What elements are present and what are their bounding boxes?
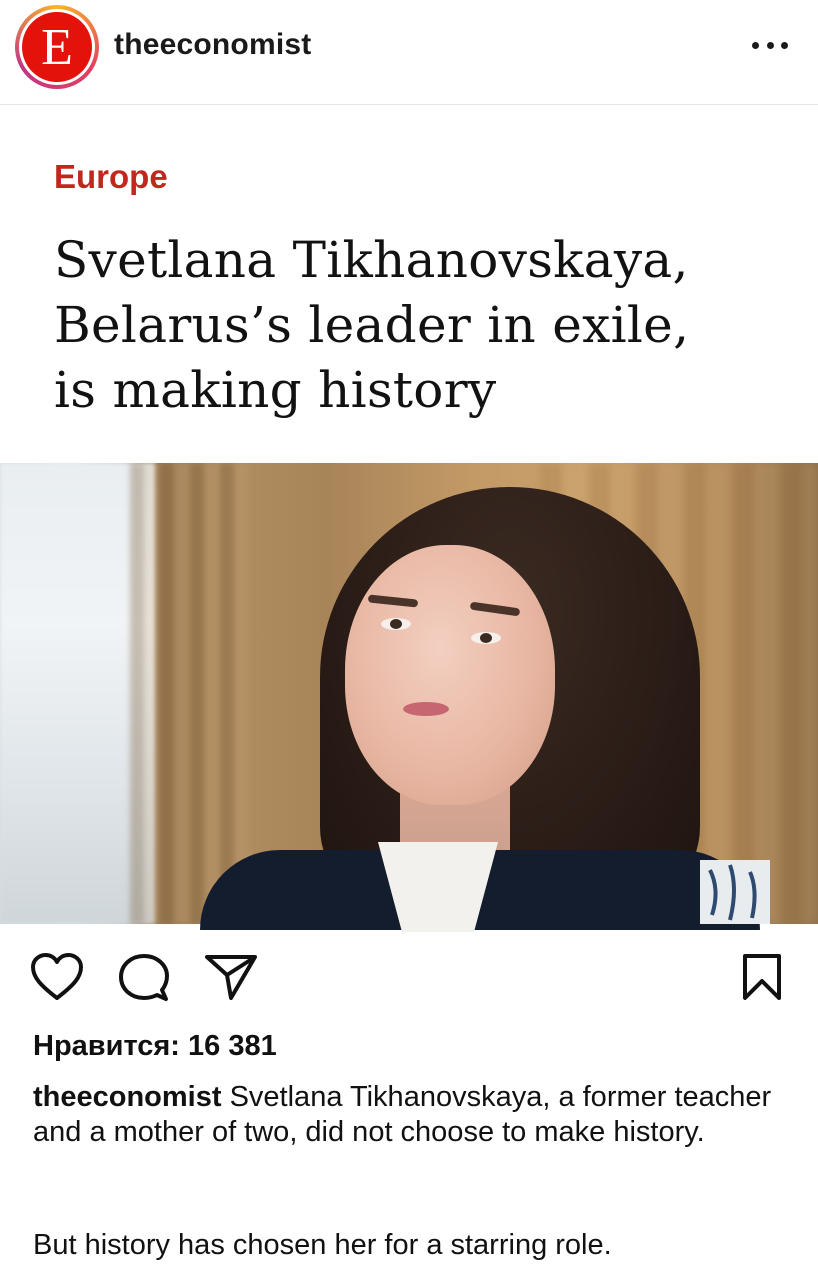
caption-second-paragraph: But history has chosen her for a starrin… (33, 1229, 612, 1261)
headline-line: is making history (54, 361, 497, 419)
headline-line: Svetlana Tikhanovskaya, (54, 231, 689, 289)
avatar-border: E (19, 9, 95, 85)
economist-logo: E (22, 12, 92, 82)
avatar[interactable]: E (15, 5, 99, 89)
chair-pattern (700, 860, 770, 924)
post-username[interactable]: theeconomist (114, 28, 311, 62)
likes-count[interactable]: Нравится: 16 381 (33, 1030, 277, 1063)
more-options-icon[interactable] (752, 30, 788, 60)
portrait-face (345, 545, 555, 805)
dot (766, 41, 774, 49)
portrait-eye (381, 618, 411, 630)
portrait-eye (471, 632, 501, 644)
curtain (130, 463, 250, 924)
paper-plane-icon[interactable] (204, 953, 258, 1001)
comment-icon[interactable] (118, 953, 170, 1003)
dot (781, 41, 788, 49)
bookmark-icon[interactable] (741, 953, 783, 1001)
post-header: E theeconomist (0, 0, 818, 105)
section-label: Europe (54, 158, 168, 195)
caption: theeconomist Svetlana Tikhanovskaya, a f… (33, 1080, 793, 1150)
headline: Svetlana Tikhanovskaya, Belarus’s leader… (54, 228, 774, 423)
headline-line: Belarus’s leader in exile, (54, 296, 690, 354)
caption-username[interactable]: theeconomist (33, 1081, 222, 1113)
logo-letter: E (41, 19, 73, 76)
portrait-lips (403, 702, 449, 716)
dot (752, 41, 759, 49)
heart-icon[interactable] (30, 952, 84, 1002)
